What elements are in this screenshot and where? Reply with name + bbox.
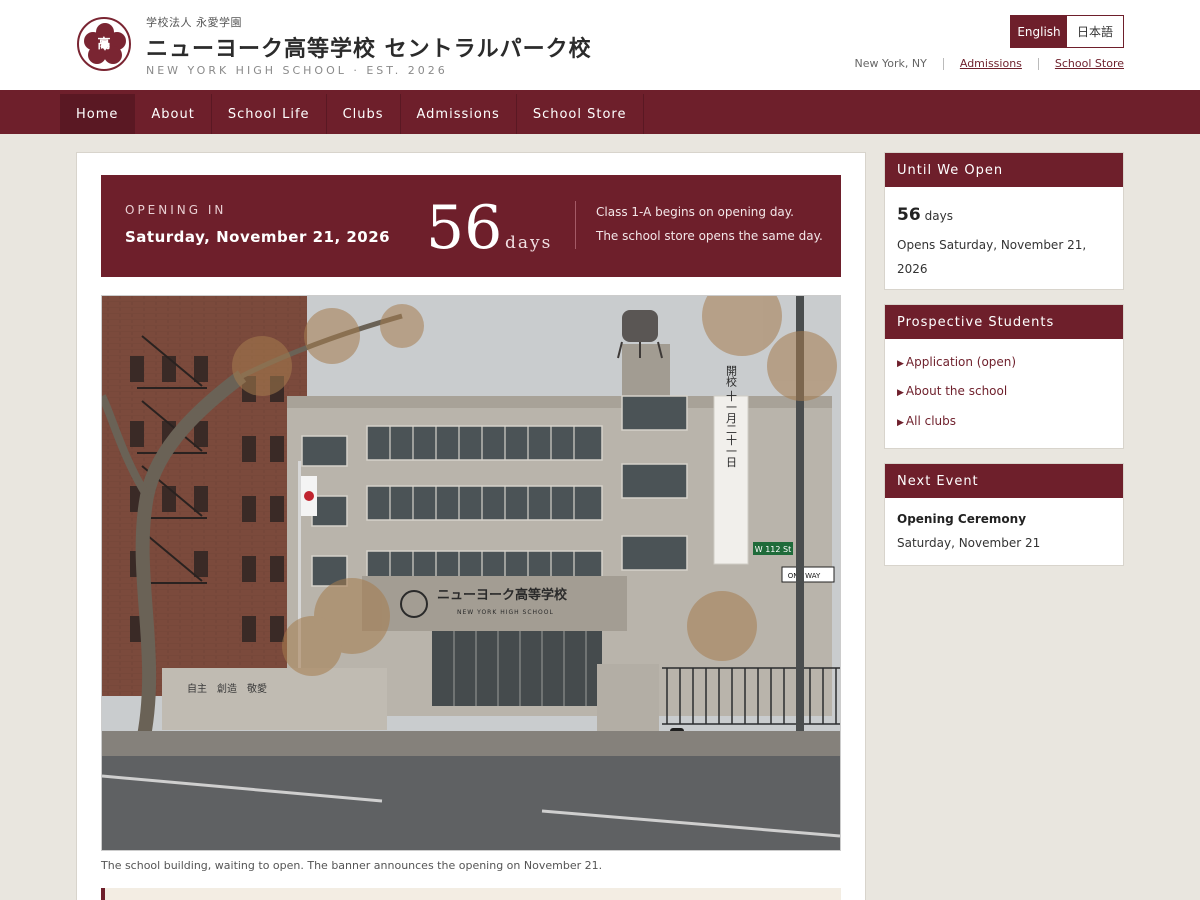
countdown-unit: days bbox=[505, 233, 553, 253]
divider bbox=[575, 201, 576, 249]
nav-item-clubs[interactable]: Clubs bbox=[327, 94, 401, 134]
application-link[interactable]: ▶ Application (open) bbox=[897, 355, 1016, 369]
opening-date: Saturday, November 21, 2026 bbox=[125, 228, 391, 246]
event-date: Saturday, November 21 bbox=[897, 536, 1041, 550]
language-english-button[interactable]: English bbox=[1011, 16, 1067, 47]
school-subtitle: NEW YORK HIGH SCHOOL · EST. 2026 bbox=[146, 64, 448, 77]
site-header: 高 学校法人 永愛学園 ニューヨーク高等学校 セントラルパーク校 NEW YOR… bbox=[0, 0, 1200, 90]
countdown-banner: OPENING IN Saturday, November 21, 2026 5… bbox=[101, 175, 841, 277]
days-remaining: 56 days bbox=[897, 205, 953, 225]
countdown-note-class: Class 1-A begins on opening day. bbox=[596, 205, 794, 219]
crest-character: 高 bbox=[97, 37, 111, 52]
countdown-label: OPENING IN bbox=[125, 203, 227, 217]
triangle-right-icon: ▶ bbox=[897, 418, 904, 428]
application-link-label: Application (open) bbox=[905, 355, 1017, 369]
language-toggle: English 日本語 bbox=[1010, 15, 1124, 48]
all-clubs-link[interactable]: ▶ All clubs bbox=[897, 414, 956, 428]
school-crest-icon[interactable]: 高 bbox=[77, 17, 131, 71]
divider bbox=[942, 57, 944, 70]
location-text: New York, NY bbox=[854, 57, 927, 70]
building-sign-text: ニューヨーク高等学校 bbox=[437, 587, 568, 603]
main-content: OPENING IN Saturday, November 21, 2026 5… bbox=[76, 152, 866, 900]
event-title[interactable]: Opening Ceremony bbox=[897, 512, 1026, 526]
nav-item-school-life[interactable]: School Life bbox=[212, 94, 327, 134]
street-sign-text: W 112 St bbox=[755, 545, 791, 554]
notice-strip bbox=[101, 888, 841, 900]
about-school-link-label: About the school bbox=[905, 384, 1008, 398]
main-navigation: Home About School Life Clubs Admissions … bbox=[0, 90, 1200, 134]
widget-heading: Next Event bbox=[885, 464, 1123, 498]
opening-banner-text: 開校 十一月二十一日 bbox=[725, 364, 738, 467]
all-clubs-link-label: All clubs bbox=[905, 414, 957, 428]
school-store-link[interactable]: School Store bbox=[1055, 57, 1124, 70]
school-building-photo: 開校 十一月二十一日 ニューヨーク高等学校 NEW YORK HIGH SCHO… bbox=[101, 295, 841, 851]
nav-item-school-store[interactable]: School Store bbox=[517, 94, 644, 134]
school-title[interactable]: ニューヨーク高等学校 セントラルパーク校 bbox=[146, 31, 592, 63]
divider bbox=[1037, 57, 1039, 70]
utility-links: New York, NY Admissions School Store bbox=[855, 57, 1124, 70]
photo-caption: The school building, waiting to open. Th… bbox=[101, 859, 603, 872]
motto-wall-text: 自主 創造 敬愛 bbox=[187, 682, 267, 695]
countdown-note-store: The school store opens the same day. bbox=[596, 229, 823, 243]
until-we-open-widget: Until We Open 56 days Opens Saturday, Nov… bbox=[884, 152, 1124, 290]
admissions-link[interactable]: Admissions bbox=[960, 57, 1022, 70]
countdown-number: 56 bbox=[426, 193, 503, 263]
opens-date-text: Opens Saturday, November 21, 2026 bbox=[897, 238, 1087, 276]
days-number: 56 bbox=[897, 205, 921, 225]
widget-heading: Until We Open bbox=[885, 153, 1123, 187]
about-school-link[interactable]: ▶ About the school bbox=[897, 384, 1007, 398]
widget-heading: Prospective Students bbox=[885, 305, 1123, 339]
language-japanese-button[interactable]: 日本語 bbox=[1067, 16, 1123, 47]
triangle-right-icon: ▶ bbox=[897, 388, 904, 398]
corporation-name: 学校法人 永愛学園 bbox=[146, 16, 242, 29]
days-unit: days bbox=[924, 209, 953, 223]
nav-item-home[interactable]: Home bbox=[60, 94, 136, 134]
next-event-widget: Next Event Opening Ceremony Saturday, No… bbox=[884, 463, 1124, 566]
building-sign-english: NEW YORK HIGH SCHOOL bbox=[457, 609, 554, 616]
oneway-sign-text: ONE WAY bbox=[788, 572, 821, 580]
nav-item-about[interactable]: About bbox=[135, 94, 212, 134]
prospective-students-widget: Prospective Students ▶ Application (open)… bbox=[884, 304, 1124, 449]
nav-item-admissions[interactable]: Admissions bbox=[401, 94, 517, 134]
triangle-right-icon: ▶ bbox=[897, 359, 904, 369]
